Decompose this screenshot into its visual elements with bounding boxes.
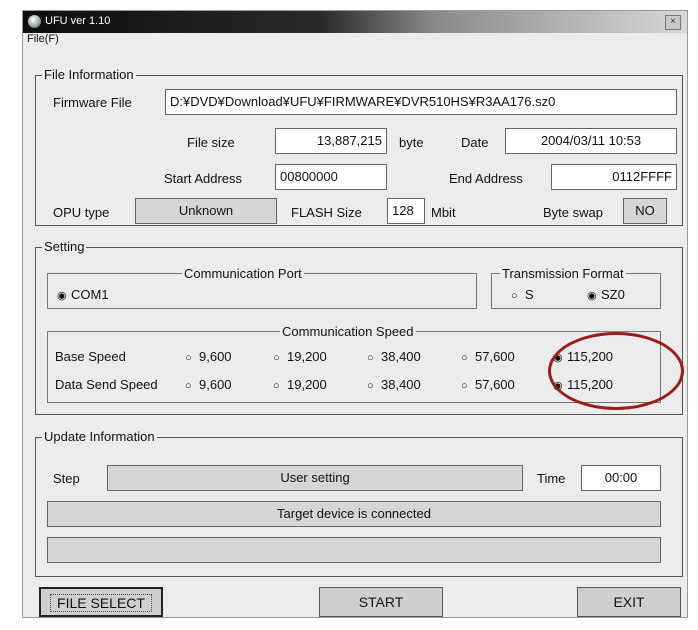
data-speed-38400-label: 38,400	[381, 377, 421, 392]
end-address-label: End Address	[449, 171, 523, 186]
transmission-format-label: Transmission Format	[500, 266, 626, 281]
radio-empty-icon: ○	[273, 352, 280, 364]
exit-button[interactable]: EXIT	[577, 587, 681, 617]
end-address-field: 0112FFFF	[551, 164, 677, 190]
window-title: UFU ver 1.10	[45, 15, 111, 27]
data-speed-9600-label: 9,600	[199, 377, 232, 392]
base-speed-9600-radio[interactable]: ○ 9,600	[185, 349, 232, 364]
base-speed-19200-radio[interactable]: ○ 19,200	[273, 349, 327, 364]
close-button[interactable]: ×	[665, 15, 681, 30]
title-bar[interactable]: UFU ver 1.10 ×	[23, 11, 687, 33]
transmission-sz0-label: SZ0	[601, 287, 625, 302]
file-size-unit: byte	[399, 135, 424, 150]
menu-bar: File(F)	[27, 33, 59, 49]
base-speed-19200-label: 19,200	[287, 349, 327, 364]
transmission-sz0-radio[interactable]: ◉ SZ0	[587, 287, 625, 302]
communication-port-box: Communication Port	[47, 266, 477, 309]
radio-empty-icon: ○	[367, 380, 374, 392]
base-speed-57600-radio[interactable]: ○ 57,600	[461, 349, 515, 364]
data-speed-9600-radio[interactable]: ○ 9,600	[185, 377, 232, 392]
flash-size-label: FLASH Size	[291, 205, 362, 220]
data-send-speed-label: Data Send Speed	[55, 377, 158, 392]
data-speed-19200-label: 19,200	[287, 377, 327, 392]
start-label: START	[358, 594, 404, 610]
radio-empty-icon: ○	[461, 352, 468, 364]
data-speed-19200-radio[interactable]: ○ 19,200	[273, 377, 327, 392]
communication-port-label: Communication Port	[182, 266, 304, 281]
start-button[interactable]: START	[319, 587, 443, 617]
radio-empty-icon: ○	[461, 380, 468, 392]
data-speed-57600-radio[interactable]: ○ 57,600	[461, 377, 515, 392]
data-speed-38400-radio[interactable]: ○ 38,400	[367, 377, 421, 392]
radio-empty-icon: ○	[367, 352, 374, 364]
com1-label: COM1	[71, 287, 109, 302]
flash-size-field: 128	[387, 198, 425, 224]
base-speed-label: Base Speed	[55, 349, 126, 364]
start-address-field: 00800000	[275, 164, 387, 190]
radio-empty-icon: ○	[511, 290, 518, 302]
radio-empty-icon: ○	[185, 380, 192, 392]
highlight-circle	[548, 332, 684, 410]
com1-radio[interactable]: ◉ COM1	[57, 287, 109, 302]
date-label: Date	[461, 135, 489, 150]
radio-empty-icon: ○	[273, 380, 280, 392]
menu-file[interactable]: File(F)	[27, 33, 59, 45]
byte-swap-label: Byte swap	[543, 205, 603, 220]
app-icon	[28, 15, 41, 28]
date-field: 2004/03/11 10:53	[505, 128, 677, 154]
file-size-label: File size	[187, 135, 235, 150]
file-select-label: FILE SELECT	[50, 594, 152, 612]
base-speed-38400-label: 38,400	[381, 349, 421, 364]
flash-size-unit: Mbit	[431, 205, 456, 220]
time-field: 00:00	[581, 465, 661, 491]
update-information-label: Update Information	[42, 429, 157, 444]
step-label: Step	[53, 471, 80, 486]
start-address-label: Start Address	[164, 171, 243, 186]
firmware-path-field: D:¥DVD¥Download¥UFU¥FIRMWARE¥DVR510HS¥R3…	[165, 89, 677, 115]
radio-empty-icon: ○	[185, 352, 192, 364]
exit-label: EXIT	[613, 594, 645, 610]
time-label: Time	[537, 471, 566, 486]
progress-bar	[47, 537, 661, 563]
radio-selected-icon: ◉	[57, 290, 67, 302]
setting-label: Setting	[42, 239, 87, 254]
status-message-field: Target device is connected	[47, 501, 661, 527]
communication-speed-label: Communication Speed	[280, 324, 416, 339]
base-speed-57600-label: 57,600	[475, 349, 515, 364]
opu-type-label: OPU type	[53, 205, 110, 220]
ufu-window: UFU ver 1.10 × File(F) File Information …	[22, 10, 688, 618]
file-select-button[interactable]: FILE SELECT	[39, 587, 163, 617]
byte-swap-field: NO	[623, 198, 667, 224]
base-speed-38400-radio[interactable]: ○ 38,400	[367, 349, 421, 364]
firmware-file-label: Firmware File	[53, 95, 132, 110]
data-speed-57600-label: 57,600	[475, 377, 515, 392]
step-field: User setting	[107, 465, 523, 491]
file-information-label: File Information	[42, 67, 136, 82]
radio-selected-icon: ◉	[587, 290, 597, 302]
transmission-s-radio[interactable]: ○ S	[511, 287, 534, 302]
opu-type-field: Unknown	[135, 198, 277, 224]
base-speed-9600-label: 9,600	[199, 349, 232, 364]
file-size-field: 13,887,215	[275, 128, 387, 154]
transmission-s-label: S	[525, 287, 534, 302]
